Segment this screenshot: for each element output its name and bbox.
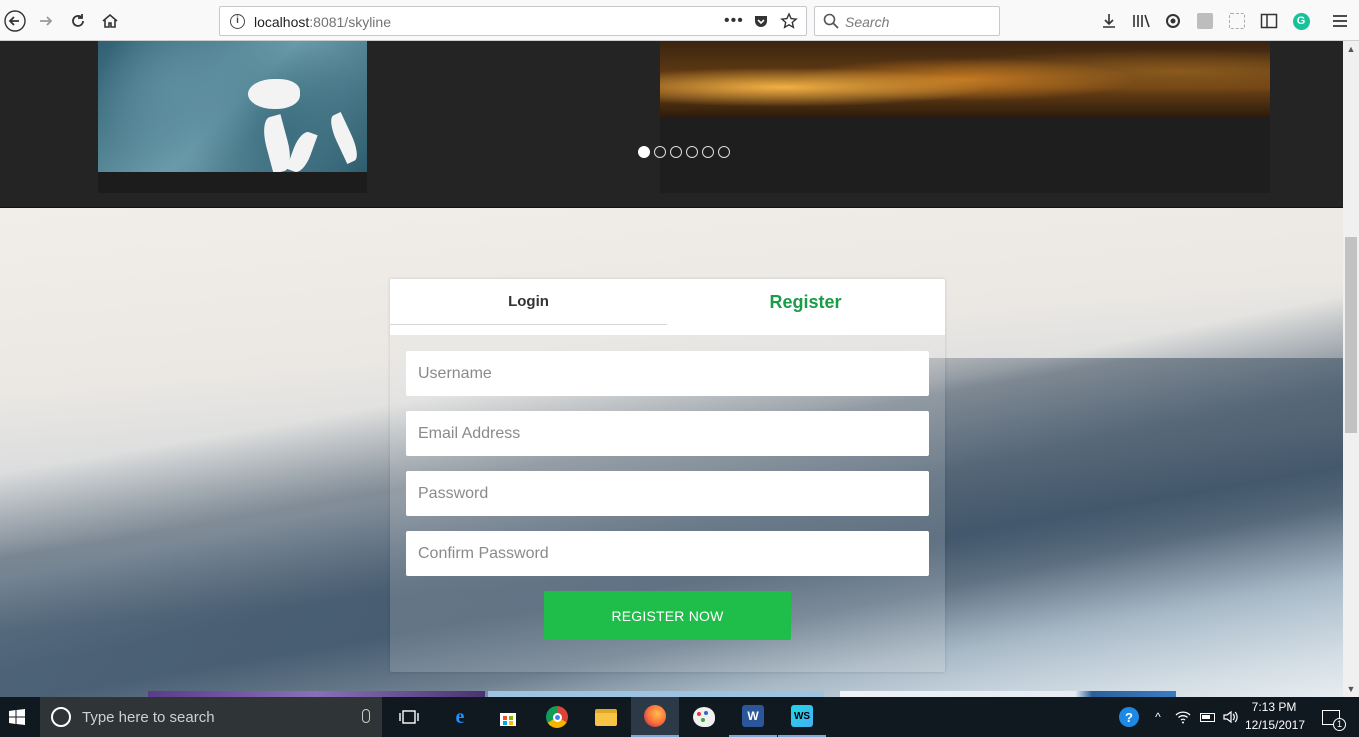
taskbar-search-text: Type here to search [82, 708, 215, 726]
image-slider [0, 41, 1343, 208]
auth-tabs: Login Register [390, 279, 945, 335]
slider-dot[interactable] [686, 146, 698, 158]
chrome-icon[interactable] [533, 697, 581, 737]
download-icon[interactable] [1096, 8, 1122, 34]
webstorm-icon[interactable]: WS [778, 697, 826, 737]
browser-search-bar[interactable] [814, 6, 1000, 36]
chevron-up-icon[interactable]: ^ [1148, 697, 1168, 737]
search-icon [823, 13, 839, 34]
cortana-icon [51, 707, 71, 727]
fish-graphic [248, 79, 300, 109]
slider-dot[interactable] [702, 146, 714, 158]
tab-login[interactable]: Login [390, 279, 667, 325]
firefox-icon[interactable] [631, 697, 679, 737]
slider-image-right [660, 41, 1270, 118]
username-field[interactable] [406, 351, 929, 396]
task-view-icon[interactable] [385, 697, 433, 737]
browser-toolbar: i localhost:8081/skyline ••• G [0, 0, 1359, 41]
windows-start-icon[interactable] [0, 697, 34, 737]
slider-dot[interactable] [670, 146, 682, 158]
notification-icon[interactable]: 1 [1316, 697, 1346, 737]
back-icon[interactable] [2, 8, 28, 34]
email-field[interactable] [406, 411, 929, 456]
word-icon[interactable]: W [729, 697, 777, 737]
slider-dot[interactable] [654, 146, 666, 158]
confirm-password-field[interactable] [406, 531, 929, 576]
menu-icon[interactable] [1327, 8, 1353, 34]
help-icon[interactable]: ? [1116, 697, 1142, 737]
slider-dots [638, 146, 730, 158]
extension-2-icon[interactable] [1224, 8, 1250, 34]
vertical-scrollbar[interactable]: ▲ ▼ [1343, 41, 1359, 697]
sidebar-icon[interactable] [1256, 8, 1282, 34]
slider-dot[interactable] [638, 146, 650, 158]
tab-register[interactable]: Register [667, 281, 944, 323]
password-field[interactable] [406, 471, 929, 516]
url-text[interactable]: localhost:8081/skyline [254, 14, 391, 30]
file-explorer-icon[interactable] [582, 697, 630, 737]
taskbar-search[interactable]: Type here to search [40, 697, 382, 737]
url-bar[interactable]: i localhost:8081/skyline ••• [219, 6, 807, 36]
slider-image-left [98, 41, 367, 175]
auth-card: Login Register REGISTER NOW [390, 279, 945, 672]
sync-icon[interactable] [1160, 8, 1186, 34]
grammarly-icon[interactable]: G [1288, 8, 1314, 34]
windows-taskbar: Type here to search e W WS ? ^ 7:13 PM 1… [0, 697, 1359, 737]
paint-icon[interactable] [680, 697, 728, 737]
scroll-thumb[interactable] [1345, 237, 1357, 433]
register-now-button[interactable]: REGISTER NOW [544, 591, 791, 640]
slider-dot[interactable] [718, 146, 730, 158]
store-icon[interactable] [484, 697, 532, 737]
info-icon[interactable]: i [230, 14, 245, 29]
star-icon[interactable] [780, 12, 798, 35]
page-content: Login Register REGISTER NOW [0, 41, 1343, 697]
pocket-icon[interactable] [753, 13, 769, 34]
browser-search-input[interactable] [845, 13, 993, 31]
extension-icon[interactable] [1192, 8, 1218, 34]
wifi-icon[interactable] [1172, 697, 1194, 737]
library-icon[interactable] [1128, 8, 1154, 34]
microphone-icon[interactable] [362, 709, 370, 723]
forward-icon[interactable] [33, 8, 59, 34]
clock-date[interactable]: 12/15/2017 [1244, 718, 1306, 732]
battery-icon[interactable] [1196, 697, 1218, 737]
more-icon[interactable]: ••• [724, 12, 744, 30]
notification-count: 1 [1333, 717, 1346, 731]
scroll-up-icon[interactable]: ▲ [1343, 41, 1359, 57]
reload-icon[interactable] [65, 8, 91, 34]
edge-icon[interactable]: e [436, 697, 484, 737]
clock-time[interactable]: 7:13 PM [1244, 700, 1304, 714]
scroll-down-icon[interactable]: ▼ [1343, 681, 1359, 697]
volume-icon[interactable] [1219, 697, 1241, 737]
home-icon[interactable] [97, 8, 123, 34]
